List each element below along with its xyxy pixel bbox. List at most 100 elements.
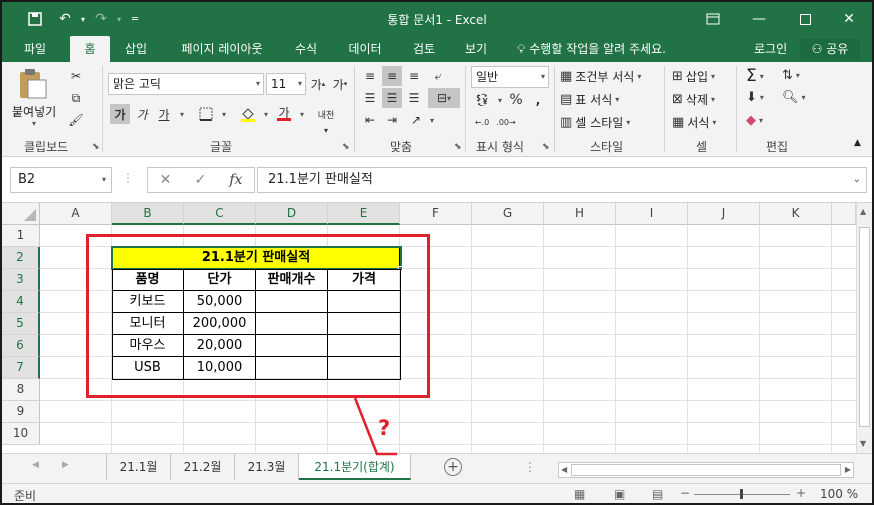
normal-view-icon[interactable]: ▦ (574, 487, 585, 501)
sheet-tab[interactable]: 21.2월 (171, 454, 235, 480)
maximize-button[interactable] (782, 2, 828, 36)
collapse-ribbon-icon[interactable]: ▲ (854, 138, 861, 148)
autosum-icon[interactable]: Σ ▾ (746, 66, 764, 86)
zoom-slider-thumb[interactable] (740, 489, 743, 499)
column-header[interactable]: K (760, 203, 832, 225)
align-middle-icon[interactable]: ≡ (382, 66, 402, 86)
paste-dropdown-icon[interactable]: ▾ (32, 119, 36, 128)
tab-home[interactable]: 홈 (70, 36, 110, 62)
increase-decimal-icon[interactable]: ←.0 (472, 112, 492, 132)
horizontal-scroll-thumb[interactable] (571, 464, 841, 476)
ribbon-display-icon[interactable] (690, 2, 736, 36)
add-sheet-icon[interactable]: + (444, 458, 462, 476)
column-header[interactable]: F (400, 203, 472, 225)
number-launcher-icon[interactable]: ⬊ (542, 142, 550, 152)
column-header[interactable]: I (616, 203, 688, 225)
scroll-up-icon[interactable]: ▲ (860, 207, 866, 216)
font-launcher-icon[interactable]: ⬊ (342, 142, 350, 152)
zoom-in-icon[interactable]: + (796, 486, 806, 500)
cell-styles-button[interactable]: ▥ 셀 스타일 ▾ (560, 114, 630, 131)
orientation-dropdown-icon[interactable]: ▾ (422, 110, 442, 130)
share-button[interactable]: ⚇ 공유 (800, 39, 860, 60)
insert-function-icon[interactable]: fx (229, 172, 242, 188)
fill-color-icon[interactable] (238, 104, 258, 124)
close-button[interactable]: ✕ (826, 2, 872, 36)
phonetic-dropdown-icon[interactable]: ▾ (316, 120, 336, 140)
tab-page-layout[interactable]: 페이지 레이아웃 (170, 36, 274, 62)
font-color-dropdown-icon[interactable]: ▾ (292, 104, 312, 124)
enter-icon[interactable]: ✓ (194, 172, 206, 188)
column-header[interactable]: J (688, 203, 760, 225)
tab-review[interactable]: 검토 (404, 36, 444, 62)
clipboard-launcher-icon[interactable]: ⬊ (92, 142, 100, 152)
tab-data[interactable]: 데이터 (338, 36, 392, 62)
tab-file[interactable]: 파일 (6, 36, 64, 62)
column-header[interactable]: E (328, 203, 400, 225)
prev-sheet-icon[interactable]: ◀ (32, 460, 39, 470)
zoom-out-icon[interactable]: − (680, 486, 690, 500)
sheet-tab[interactable]: 21.3월 (235, 454, 299, 480)
wrap-text-icon[interactable]: ⤶ (428, 66, 448, 86)
tab-split-icon[interactable]: ⋮ (524, 460, 536, 474)
sheet-tab[interactable]: 21.1월 (107, 454, 171, 480)
column-header[interactable]: G (472, 203, 544, 225)
copy-icon[interactable]: ⧉ (66, 88, 86, 108)
horizontal-scrollbar[interactable]: ◀ ▶ (558, 462, 854, 478)
clear-icon[interactable]: ◆ ▾ (746, 113, 763, 128)
tab-formulas[interactable]: 수식 (286, 36, 326, 62)
borders-dropdown-icon[interactable]: ▾ (214, 104, 234, 124)
underline-button[interactable]: 가 (154, 104, 174, 124)
row-header[interactable]: 8 (2, 379, 40, 401)
italic-button[interactable]: 가 (132, 104, 152, 124)
find-select-icon[interactable]: 🔍︎ ▾ (782, 90, 806, 105)
row-header[interactable]: 3 (2, 269, 40, 291)
select-all-button[interactable] (2, 203, 40, 225)
vertical-scroll-thumb[interactable] (859, 227, 870, 427)
font-name-select[interactable]: 맑은 고딕 ▾ (108, 73, 264, 95)
format-cells-button[interactable]: ▦ 서식 ▾ (672, 114, 716, 131)
row-header[interactable]: 1 (2, 225, 40, 247)
paste-button[interactable] (16, 68, 50, 100)
login-link[interactable]: 로그인 (754, 36, 787, 62)
decrease-indent-icon[interactable]: ⇤ (360, 110, 380, 130)
row-header[interactable]: 9 (2, 401, 40, 423)
scroll-right-icon[interactable]: ▶ (845, 465, 851, 474)
fill-color-dropdown-icon[interactable]: ▾ (256, 104, 276, 124)
cut-icon[interactable]: ✂ (66, 66, 86, 86)
increase-font-icon[interactable]: 가 ▴ (308, 74, 328, 94)
decrease-decimal-icon[interactable]: .00→ (496, 112, 516, 132)
format-as-table-button[interactable]: ▤ 표 서식 ▾ (560, 91, 619, 108)
format-painter-icon[interactable]: 🖌︎ (66, 110, 86, 130)
row-header[interactable]: 5 (2, 313, 40, 335)
accounting-format-icon[interactable]: 💱︎ (472, 90, 492, 110)
underline-dropdown-icon[interactable]: ▾ (172, 104, 192, 124)
borders-icon[interactable] (196, 104, 216, 124)
column-header[interactable]: A (40, 203, 112, 225)
comma-style-icon[interactable]: , (528, 90, 548, 110)
name-box[interactable]: B2 ▾ (10, 167, 112, 193)
minimize-button[interactable]: — (736, 2, 782, 36)
page-layout-view-icon[interactable]: ▣ (614, 487, 625, 501)
row-header[interactable]: 2 (2, 247, 40, 269)
font-color-button[interactable]: 가 (274, 104, 294, 124)
vertical-scrollbar[interactable]: ▲ ▼ (856, 203, 872, 453)
scroll-left-icon[interactable]: ◀ (561, 465, 567, 474)
align-right-icon[interactable]: ☰ (404, 88, 424, 108)
sheet-tab-active[interactable]: 21.1분기(합계) (299, 454, 411, 480)
row-header[interactable]: 6 (2, 335, 40, 357)
align-center-icon[interactable]: ☰ (382, 88, 402, 108)
font-size-select[interactable]: 11 ▾ (266, 73, 306, 95)
delete-cells-button[interactable]: ⊠ 삭제 ▾ (672, 91, 715, 108)
tell-me-box[interactable]: 💡︎ 수행할 작업을 알려 주세요. (517, 36, 666, 62)
increase-indent-icon[interactable]: ⇥ (382, 110, 402, 130)
fill-icon[interactable]: ⬇ ▾ (746, 90, 764, 105)
bold-button[interactable]: 가 (110, 104, 130, 124)
column-header[interactable]: H (544, 203, 616, 225)
expand-formula-icon[interactable]: ⌄ (853, 168, 861, 192)
row-header[interactable]: 4 (2, 291, 40, 313)
scroll-down-icon[interactable]: ▼ (860, 439, 866, 448)
column-header[interactable]: D (256, 203, 328, 225)
decrease-font-icon[interactable]: 가 ▾ (330, 74, 350, 94)
row-header[interactable]: 7 (2, 357, 40, 379)
insert-cells-button[interactable]: ⊞ 삽입 ▾ (672, 68, 715, 85)
